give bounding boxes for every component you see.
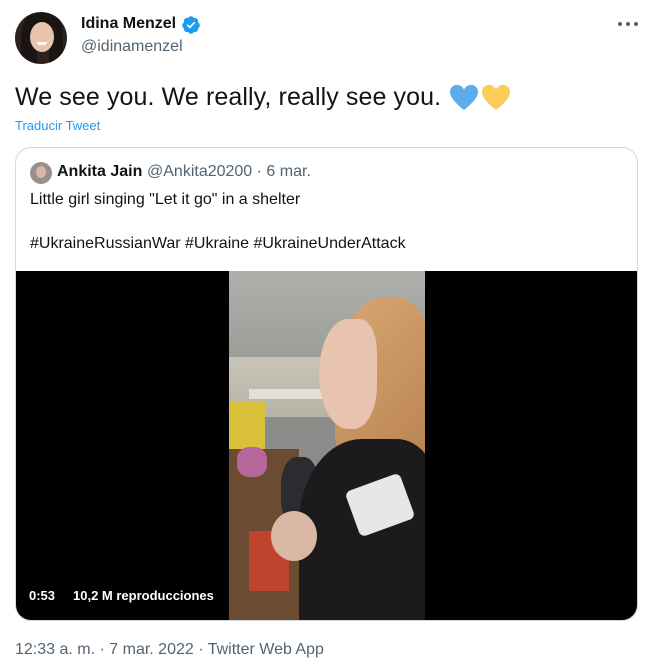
tweet-text-row: We see you. We really, really see you.: [15, 83, 511, 112]
quoted-hashtags[interactable]: #UkraineRussianWar #Ukraine #UkraineUnde…: [30, 235, 406, 253]
quoted-author-name[interactable]: Ankita Jain: [57, 163, 142, 181]
verified-badge-icon: [182, 16, 200, 34]
video-view-count: 10,2 M reproducciones: [73, 588, 214, 603]
video-player[interactable]: 0:53 10,2 M reproducciones: [16, 271, 637, 620]
translate-tweet-link[interactable]: Traducir Tweet: [15, 118, 100, 133]
more-options-icon[interactable]: [614, 13, 642, 35]
quoted-author-meta: @Ankita20200 · 6 mar.: [147, 163, 311, 180]
author-avatar[interactable]: [15, 12, 67, 64]
quoted-author-avatar[interactable]: [30, 162, 52, 184]
emoji-group: [449, 84, 511, 112]
quoted-tweet[interactable]: Ankita Jain @Ankita20200 · 6 mar. Little…: [15, 147, 638, 621]
blue-heart-icon: [450, 84, 479, 110]
quoted-tweet-text: Little girl singing "Let it go" in a she…: [30, 191, 301, 208]
tweet-text: We see you. We really, really see you.: [15, 83, 442, 111]
yellow-heart-icon: [482, 84, 511, 110]
tweet-timestamp[interactable]: 12:33 a. m. · 7 mar. 2022 · Twitter Web …: [15, 641, 324, 659]
author-display-name[interactable]: Idina Menzel: [81, 15, 176, 33]
video-frame: [229, 271, 425, 620]
author-handle[interactable]: @idinamenzel: [81, 38, 183, 56]
video-duration: 0:53: [29, 588, 56, 603]
